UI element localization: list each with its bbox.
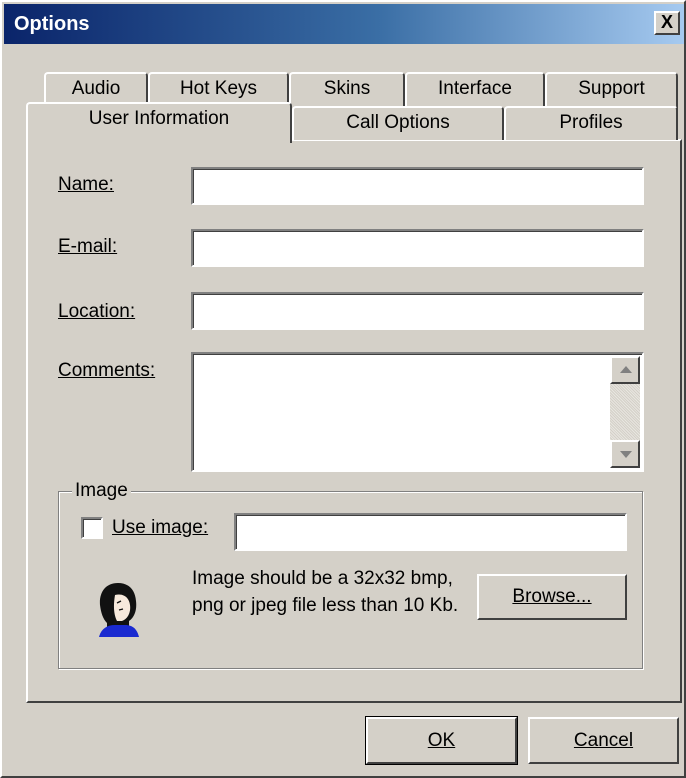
tab-call-options-label: Call Options [346,112,450,133]
arrow-up-icon [620,366,632,373]
tab-support[interactable]: Support [545,72,678,110]
cancel-button-label: Cancel [573,730,634,751]
use-image-label[interactable]: Use image: [112,517,208,539]
cancel-button[interactable]: Cancel [528,717,679,764]
email-label: E-mail: [58,236,117,258]
tab-hot-keys-label: Hot Keys [179,78,258,99]
location-label-text: Location: [58,301,136,322]
name-label-text: Name: [58,174,114,195]
ok-button-label: OK [427,730,456,751]
tab-audio-label: Audio [71,78,121,99]
use-image-checkbox[interactable] [81,517,103,539]
tab-skins[interactable]: Skins [289,72,405,110]
tab-support-label: Support [578,78,645,99]
name-input[interactable] [191,167,644,205]
comments-label: Comments: [58,360,155,382]
tab-profiles-label: Profiles [559,112,623,133]
email-label-text: E-mail: [58,236,118,257]
scroll-down-button[interactable] [610,440,640,468]
tab-skins-label: Skins [323,78,371,99]
tab-profiles[interactable]: Profiles [504,106,678,140]
browse-button[interactable]: Browse... [477,574,627,620]
name-label: Name: [58,174,114,196]
tab-user-information[interactable]: User Information [26,102,292,143]
scroll-up-button[interactable] [610,356,640,384]
options-dialog: Options X Audio Hot Keys Skins Interface… [0,0,686,778]
comments-label-text: Comments: [58,360,156,381]
email-input[interactable] [191,229,644,267]
tab-interface-label: Interface [438,78,512,99]
comments-textarea[interactable] [191,352,644,472]
tab-call-options[interactable]: Call Options [292,106,504,140]
arrow-down-icon [620,451,632,458]
image-hint-text: Image should be a 32x32 bmp, png or jpeg… [192,568,459,616]
location-label: Location: [58,301,135,323]
location-input[interactable] [191,292,644,330]
tab-interface[interactable]: Interface [405,72,545,110]
use-image-label-text: Use image: [112,517,209,538]
user-avatar-icon [99,583,139,637]
image-group-legend: Image [72,480,131,502]
close-button[interactable]: X [654,11,680,35]
tab-user-information-label: User Information [88,108,230,129]
ok-button[interactable]: OK [365,716,518,765]
image-path-input[interactable] [234,513,627,551]
title-bar[interactable]: Options X [4,4,684,44]
comments-scrollbar[interactable] [610,356,640,468]
window-title: Options [14,13,90,35]
browse-button-label: Browse... [512,586,592,607]
